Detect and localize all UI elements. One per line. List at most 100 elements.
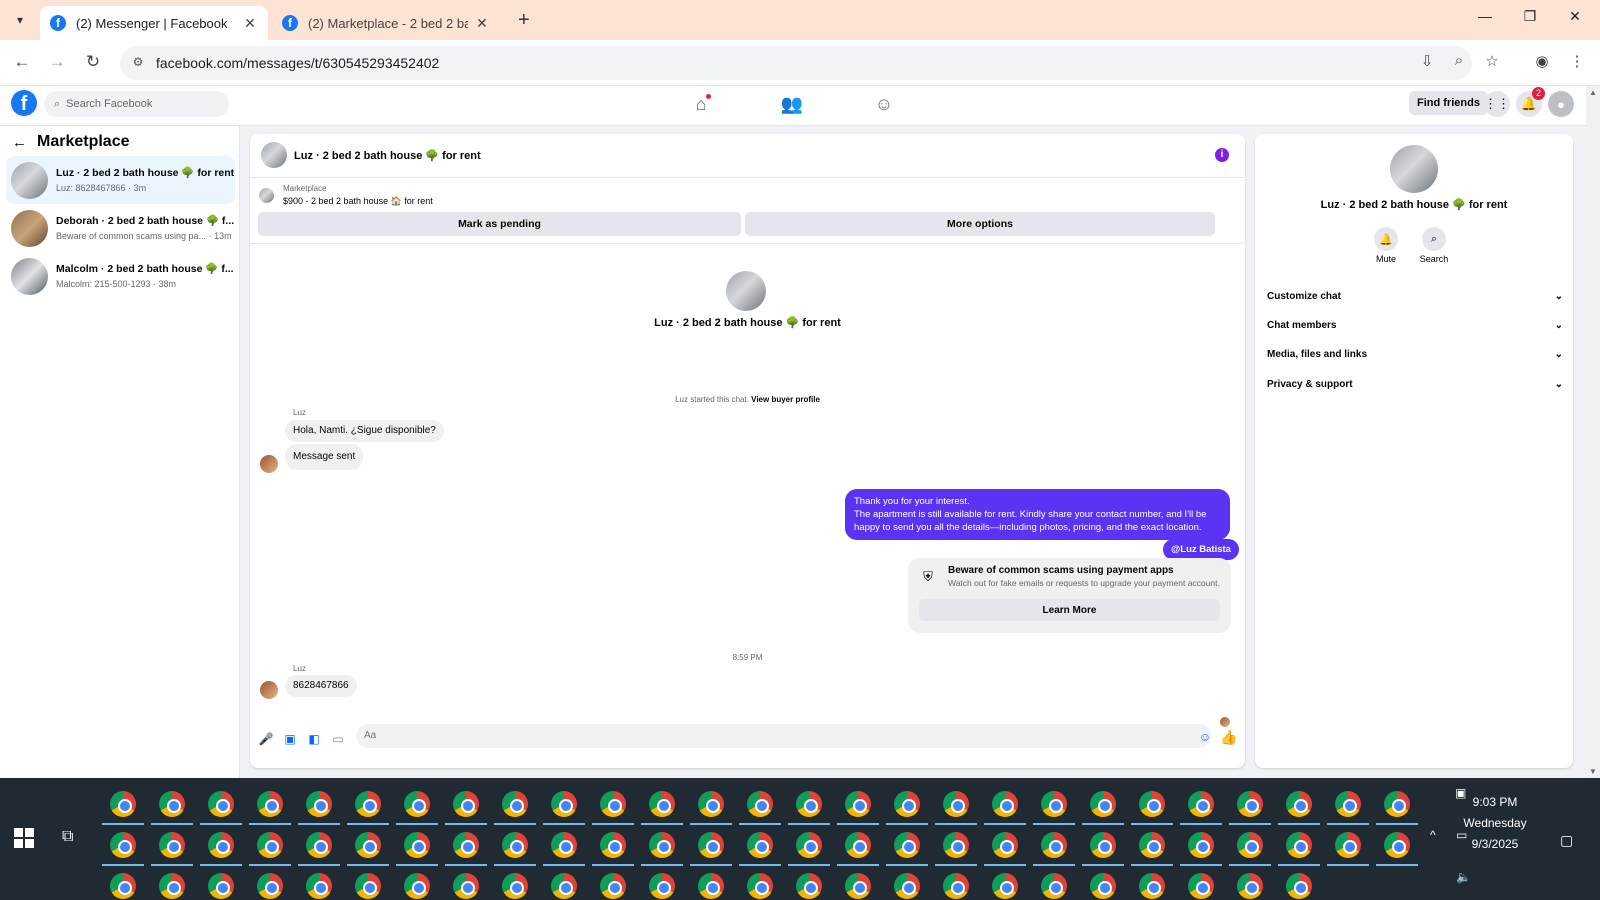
chrome-taskbar-icon[interactable] bbox=[796, 791, 822, 817]
site-settings-icon[interactable]: ⚙ bbox=[130, 55, 146, 71]
message-input[interactable] bbox=[356, 724, 1211, 748]
chrome-taskbar-icon[interactable] bbox=[600, 873, 626, 899]
browser-menu-icon[interactable]: ⋮ bbox=[1565, 52, 1589, 70]
search-input[interactable]: ⌕ Search Facebook bbox=[44, 91, 229, 117]
sender-avatar[interactable] bbox=[260, 681, 278, 699]
chrome-taskbar-icon[interactable] bbox=[453, 832, 479, 858]
chrome-taskbar-icon[interactable] bbox=[1090, 873, 1116, 899]
chrome-taskbar-icon[interactable] bbox=[1139, 791, 1165, 817]
chrome-taskbar-icon[interactable] bbox=[600, 791, 626, 817]
minimize-icon[interactable]: — bbox=[1470, 8, 1500, 24]
chrome-taskbar-icon[interactable] bbox=[1188, 832, 1214, 858]
conversation-item-malcolm[interactable]: Malcolm · 2 bed 2 bath house 🌳 f... Malc… bbox=[6, 252, 235, 300]
tab-search-chevron-icon[interactable]: ▾ bbox=[8, 8, 32, 32]
chrome-taskbar-icon[interactable] bbox=[355, 832, 381, 858]
chrome-taskbar-icon[interactable] bbox=[992, 832, 1018, 858]
tab-close-icon[interactable]: ✕ bbox=[242, 15, 258, 32]
chrome-taskbar-icon[interactable] bbox=[1090, 832, 1116, 858]
chrome-taskbar-icon[interactable] bbox=[1384, 791, 1410, 817]
chrome-taskbar-icon[interactable] bbox=[600, 832, 626, 858]
chrome-taskbar-icon[interactable] bbox=[453, 873, 479, 899]
chrome-taskbar-icon[interactable] bbox=[257, 832, 283, 858]
chrome-taskbar-icon[interactable] bbox=[698, 832, 724, 858]
chrome-taskbar-icon[interactable] bbox=[649, 791, 675, 817]
emoji-icon[interactable]: ☺ bbox=[1197, 730, 1213, 744]
zoom-icon[interactable]: ⌕ bbox=[1447, 52, 1471, 69]
chrome-taskbar-icon[interactable] bbox=[208, 873, 234, 899]
chrome-taskbar-icon[interactable] bbox=[943, 873, 969, 899]
chrome-taskbar-icon[interactable] bbox=[551, 832, 577, 858]
chrome-taskbar-icon[interactable] bbox=[1041, 832, 1067, 858]
chrome-taskbar-icon[interactable] bbox=[1139, 832, 1165, 858]
chrome-taskbar-icon[interactable] bbox=[649, 832, 675, 858]
groups-icon[interactable]: ☺ bbox=[872, 94, 896, 115]
like-thumb-icon[interactable]: 👍 bbox=[1220, 729, 1237, 746]
media-files-links-row[interactable]: Media, files and links ⌄ bbox=[1265, 340, 1565, 368]
chat-title[interactable]: Luz · 2 bed 2 bath house 🌳 for rent bbox=[294, 149, 481, 162]
find-friends-button[interactable]: Find friends bbox=[1409, 91, 1488, 115]
back-arrow-icon[interactable]: ← bbox=[10, 52, 34, 72]
chrome-taskbar-icon[interactable] bbox=[992, 873, 1018, 899]
chat-profile-avatar[interactable] bbox=[726, 271, 766, 311]
chrome-taskbar-icon[interactable] bbox=[894, 873, 920, 899]
mute-button[interactable]: 🔔 Mute bbox=[1361, 227, 1411, 264]
conversation-item-deborah[interactable]: Deborah · 2 bed 2 bath house 🌳 f... Bewa… bbox=[6, 204, 235, 252]
task-view-icon[interactable]: ⧉ bbox=[62, 828, 73, 846]
chrome-taskbar-icon[interactable] bbox=[159, 832, 185, 858]
chrome-taskbar-icon[interactable] bbox=[306, 832, 332, 858]
chrome-taskbar-icon[interactable] bbox=[306, 791, 332, 817]
mention-message[interactable]: @Luz Batista bbox=[1163, 539, 1239, 560]
chrome-taskbar-icon[interactable] bbox=[404, 873, 430, 899]
sticker-icon[interactable]: ◧ bbox=[306, 732, 322, 746]
new-tab-icon[interactable]: + bbox=[518, 9, 530, 32]
profile-icon[interactable]: ◉ bbox=[1530, 52, 1554, 70]
customize-chat-row[interactable]: Customize chat ⌄ bbox=[1265, 282, 1565, 310]
chrome-taskbar-icon[interactable] bbox=[1188, 873, 1214, 899]
gif-icon[interactable]: ▭ bbox=[330, 732, 346, 746]
restore-icon[interactable]: ❐ bbox=[1515, 8, 1545, 25]
chrome-taskbar-icon[interactable] bbox=[1286, 832, 1312, 858]
chrome-taskbar-icon[interactable] bbox=[306, 873, 332, 899]
page-scrollbar[interactable]: ▲ ▼ bbox=[1586, 86, 1600, 778]
bookmark-star-icon[interactable]: ☆ bbox=[1480, 52, 1504, 70]
facebook-logo-icon[interactable]: f bbox=[11, 90, 37, 116]
mark-as-pending-button[interactable]: Mark as pending bbox=[258, 212, 741, 236]
close-window-icon[interactable]: ✕ bbox=[1560, 8, 1590, 25]
chrome-taskbar-icon[interactable] bbox=[747, 791, 773, 817]
chrome-taskbar-icon[interactable] bbox=[943, 791, 969, 817]
taskbar-clock[interactable]: 9:03 PM Wednesday 9/3/2025 bbox=[1440, 792, 1550, 855]
friends-icon[interactable]: 👥 bbox=[780, 94, 804, 115]
chrome-taskbar-icon[interactable] bbox=[110, 791, 136, 817]
chrome-taskbar-icon[interactable] bbox=[404, 832, 430, 858]
chrome-taskbar-icon[interactable] bbox=[404, 791, 430, 817]
install-app-icon[interactable]: ⇩ bbox=[1415, 52, 1439, 70]
chrome-taskbar-icon[interactable] bbox=[208, 832, 234, 858]
chrome-taskbar-icon[interactable] bbox=[110, 832, 136, 858]
chrome-taskbar-icon[interactable] bbox=[1237, 791, 1263, 817]
chrome-taskbar-icon[interactable] bbox=[796, 832, 822, 858]
chrome-taskbar-icon[interactable] bbox=[894, 832, 920, 858]
chrome-taskbar-icon[interactable] bbox=[698, 873, 724, 899]
tab-marketplace[interactable]: f (2) Marketplace - 2 bed 2 bath h ✕ bbox=[272, 6, 500, 40]
chrome-taskbar-icon[interactable] bbox=[257, 873, 283, 899]
tab-messenger[interactable]: f (2) Messenger | Facebook ✕ bbox=[40, 6, 268, 40]
chat-avatar[interactable] bbox=[261, 142, 287, 168]
chrome-taskbar-icon[interactable] bbox=[845, 832, 871, 858]
chrome-taskbar-icon[interactable] bbox=[208, 791, 234, 817]
chrome-taskbar-icon[interactable] bbox=[845, 791, 871, 817]
chrome-taskbar-icon[interactable] bbox=[502, 832, 528, 858]
chrome-taskbar-icon[interactable] bbox=[453, 791, 479, 817]
chrome-taskbar-icon[interactable] bbox=[649, 873, 675, 899]
photo-icon[interactable]: ▣ bbox=[282, 732, 298, 746]
listing-price[interactable]: $900 - 2 bed 2 bath house 🏠 for rent bbox=[283, 196, 433, 207]
learn-more-button[interactable]: Learn More bbox=[919, 599, 1220, 621]
account-avatar[interactable]: ● bbox=[1548, 91, 1574, 117]
chrome-taskbar-icon[interactable] bbox=[551, 791, 577, 817]
scroll-up-icon[interactable]: ▲ bbox=[1586, 88, 1600, 97]
chrome-taskbar-icon[interactable] bbox=[110, 873, 136, 899]
chrome-taskbar-icon[interactable] bbox=[1188, 791, 1214, 817]
show-hidden-icons-chevron[interactable]: ^ bbox=[1430, 828, 1436, 842]
chrome-taskbar-icon[interactable] bbox=[1090, 791, 1116, 817]
chrome-taskbar-icon[interactable] bbox=[698, 791, 724, 817]
chrome-taskbar-icon[interactable] bbox=[1139, 873, 1165, 899]
